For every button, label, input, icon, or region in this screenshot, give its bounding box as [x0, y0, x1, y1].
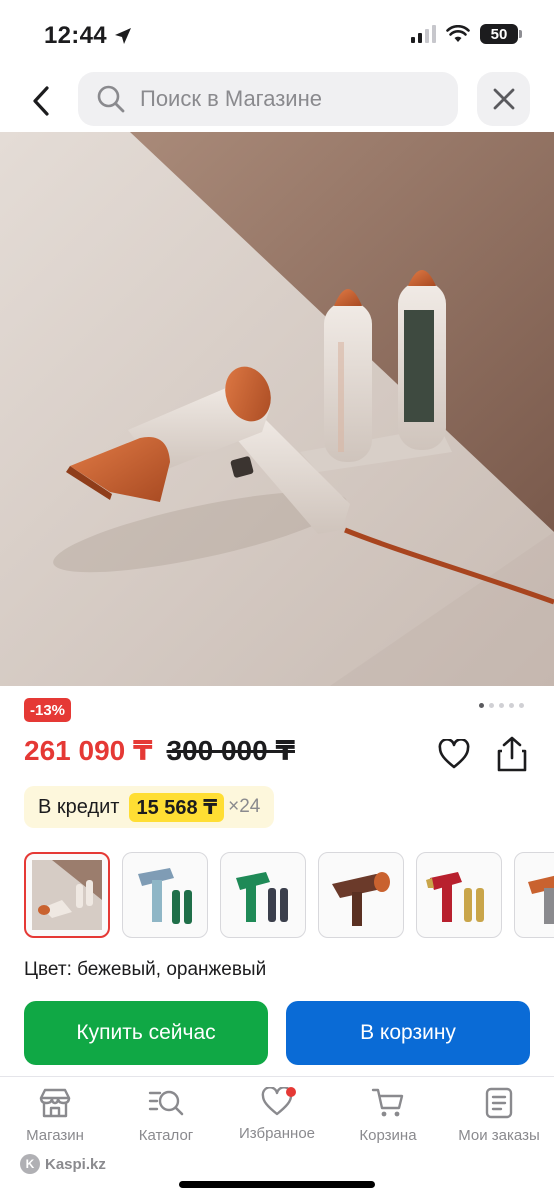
- add-to-favorites-button[interactable]: [434, 734, 474, 774]
- variant-thumb-green[interactable]: [220, 852, 306, 938]
- tab-label: Избранное: [238, 1125, 316, 1142]
- tab-label: Корзина: [359, 1127, 417, 1144]
- variant-thumbnails: [24, 852, 554, 938]
- add-to-cart-button[interactable]: В корзину: [286, 1001, 530, 1065]
- wifi-icon: [446, 25, 470, 42]
- product-image[interactable]: [0, 132, 554, 686]
- gallery-pagination: [479, 703, 524, 708]
- notification-dot: [286, 1087, 296, 1097]
- kaspi-logo: K Kaspi.kz: [20, 1154, 106, 1174]
- variant-image: [426, 872, 484, 922]
- tab-label: Магазин: [26, 1127, 84, 1144]
- tab-shop[interactable]: Магазин: [0, 1087, 110, 1144]
- heart-icon: [438, 739, 470, 769]
- chevron-left-icon: [33, 86, 49, 116]
- tab-label: Каталог: [138, 1127, 194, 1144]
- share-icon: [497, 736, 527, 772]
- color-description: Цвет: бежевый, оранжевый: [24, 959, 267, 980]
- variant-thumb-orange[interactable]: [514, 852, 554, 938]
- credit-offer[interactable]: В кредит 15 568 ₸ ×24: [24, 786, 275, 828]
- back-button[interactable]: [18, 78, 64, 124]
- gallery-dot[interactable]: [489, 703, 494, 708]
- variant-thumb-blue-grey[interactable]: [122, 852, 208, 938]
- credit-label: В кредит: [38, 795, 120, 818]
- variant-image: [32, 860, 102, 930]
- product-photo-hair-dryer: [0, 132, 554, 686]
- gallery-dot[interactable]: [479, 703, 484, 708]
- status-time-text: 12:44: [44, 22, 107, 49]
- price-current: 261 090 ₸: [24, 735, 153, 766]
- share-button[interactable]: [492, 732, 532, 776]
- tab-label: Мои заказы: [458, 1127, 540, 1144]
- tab-catalog[interactable]: Каталог: [111, 1087, 221, 1144]
- gallery-dot[interactable]: [509, 703, 514, 708]
- location-arrow-icon: [114, 28, 131, 44]
- search-box[interactable]: [78, 72, 458, 126]
- battery-level: 50: [490, 25, 508, 43]
- top-bar: [0, 70, 554, 130]
- price-old: 300 000 ₸: [166, 735, 295, 766]
- search-input[interactable]: [140, 86, 440, 112]
- tab-favorites[interactable]: Избранное: [222, 1087, 332, 1142]
- variant-thumb-red-gold[interactable]: [416, 852, 502, 938]
- status-indicators: 50: [411, 24, 522, 44]
- orders-icon: [485, 1087, 513, 1119]
- gallery-dot[interactable]: [519, 703, 524, 708]
- catalog-search-icon: [148, 1090, 184, 1116]
- kaspi-logo-icon: K: [20, 1154, 40, 1174]
- close-icon: [493, 88, 514, 110]
- variant-image: [138, 868, 192, 924]
- buy-now-button[interactable]: Купить сейчас: [24, 1001, 268, 1065]
- credit-amount: 15 568 ₸: [129, 792, 225, 822]
- close-button[interactable]: [477, 72, 530, 126]
- battery-icon: 50: [480, 24, 522, 44]
- credit-months: ×24: [228, 796, 261, 817]
- discount-badge: -13%: [24, 698, 72, 722]
- status-bar: 12:44 50: [0, 0, 554, 70]
- variant-image: [236, 872, 288, 922]
- shop-icon: [39, 1088, 71, 1118]
- variant-image: [528, 875, 554, 924]
- gallery-dot[interactable]: [499, 703, 504, 708]
- search-icon: [97, 85, 125, 113]
- cellular-signal-icon: [411, 25, 436, 43]
- price-row: 261 090 ₸ 300 000 ₸: [24, 734, 295, 767]
- tab-cart[interactable]: Корзина: [333, 1087, 443, 1144]
- status-time: 12:44: [44, 22, 133, 50]
- variant-thumb-beige-orange[interactable]: [24, 852, 110, 938]
- variant-image: [332, 872, 390, 926]
- tab-orders[interactable]: Мои заказы: [444, 1087, 554, 1144]
- variant-thumb-brown[interactable]: [318, 852, 404, 938]
- cart-icon: [371, 1088, 404, 1117]
- home-indicator: [179, 1181, 375, 1188]
- kaspi-logo-text: Kaspi.kz: [45, 1155, 106, 1173]
